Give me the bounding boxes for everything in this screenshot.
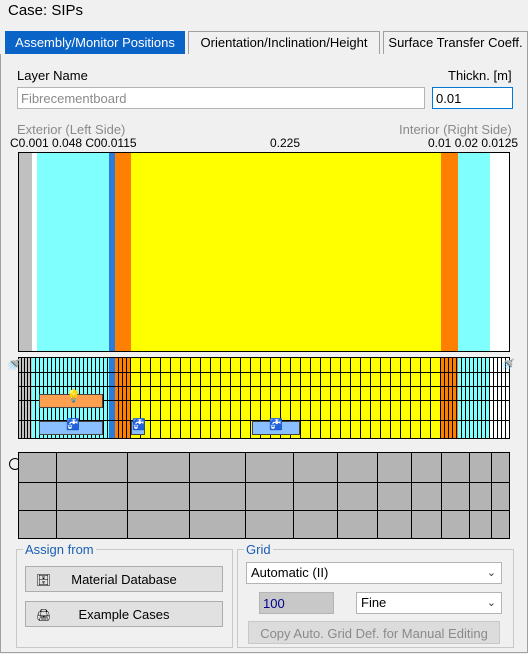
lightbulb-icon: 💡 [66, 389, 81, 403]
grid-orange-outer [115, 358, 131, 438]
grid-hline-1 [19, 372, 509, 373]
layer-orange-outer[interactable] [115, 153, 132, 351]
database-icon: 🗄 [36, 573, 52, 587]
grid-hline-2 [19, 386, 509, 387]
grid-mode-select[interactable]: Automatic (II) ⌄ [246, 562, 502, 584]
monitor-position-bulb[interactable]: 💡 [39, 389, 103, 408]
layer-gray[interactable] [19, 153, 33, 351]
layer-name-label: Layer Name [17, 68, 88, 83]
chevron-down-icon: ⌄ [486, 567, 496, 579]
thickness-field[interactable]: 0.01 [432, 87, 513, 109]
layer-cyan-inner[interactable] [458, 153, 491, 351]
grid-view[interactable]: 💡 🚰 🚰 🚰 [18, 357, 510, 439]
tab-strip: Assembly/Monitor Positions Orientation/I… [0, 28, 528, 55]
print-icon: 🖨 [36, 608, 52, 622]
thickness-scale-right: 0.01 0.02 0.0125 [428, 136, 519, 150]
layer-name-field[interactable]: Fibrecementboard [17, 87, 425, 109]
case-title: Case: SIPs [8, 2, 84, 19]
right-boundary-icon[interactable]: 🚿 [500, 358, 515, 372]
layer-insulation[interactable] [131, 153, 442, 351]
faucet-icon: 🚰 [132, 419, 146, 431]
grid-legend: Grid [244, 542, 273, 557]
example-cases-button[interactable]: 🖨 Example Cases [25, 601, 223, 627]
monitor-position-1[interactable]: 🚰 [39, 419, 103, 435]
tab-assembly-monitor-positions[interactable]: Assembly/Monitor Positions [5, 31, 185, 54]
faucet-icon: 🚰 [269, 419, 283, 431]
grid-count-field[interactable]: 100 [259, 592, 334, 614]
layer-white-inner[interactable] [490, 153, 509, 351]
monitor-position-3[interactable]: 🚰 [252, 419, 300, 435]
tab-surface-transfer-coeff[interactable]: Surface Transfer Coeff. [383, 31, 528, 54]
thickness-scale-left: C0.001 0.048 C00.0115 [10, 136, 137, 150]
left-boundary-icon[interactable]: 🚿 [6, 358, 21, 372]
thickness-scale-center: 0.225 [270, 136, 301, 150]
exterior-label: Exterior (Left Side) [17, 122, 126, 137]
chevron-down-icon: ⌄ [486, 597, 496, 609]
assembly-cross-section[interactable] [18, 152, 510, 352]
monitor-position-2[interactable]: 🚰 [131, 419, 146, 435]
layer-cyan-outer[interactable] [37, 153, 110, 351]
grid-resolution-select[interactable]: Fine ⌄ [356, 592, 502, 614]
thickness-label: Thickn. [m] [448, 68, 512, 83]
copy-grid-button[interactable]: Copy Auto. Grid Def. for Manual Editing [248, 621, 500, 644]
layer-properties-grid[interactable] [18, 452, 510, 539]
layer-orange-inner[interactable] [441, 153, 459, 351]
tab-orientation-inclination-height[interactable]: Orientation/Inclination/Height [188, 31, 380, 54]
grid-orange-inner [441, 358, 458, 438]
assign-from-legend: Assign from [23, 542, 96, 557]
material-database-button[interactable]: 🗄 Material Database [25, 566, 223, 592]
faucet-icon: 🚰 [66, 419, 80, 431]
assign-from-group: Assign from [16, 542, 233, 648]
interior-label: Interior (Right Side) [399, 122, 512, 137]
grid-cyan-inner [458, 358, 490, 438]
